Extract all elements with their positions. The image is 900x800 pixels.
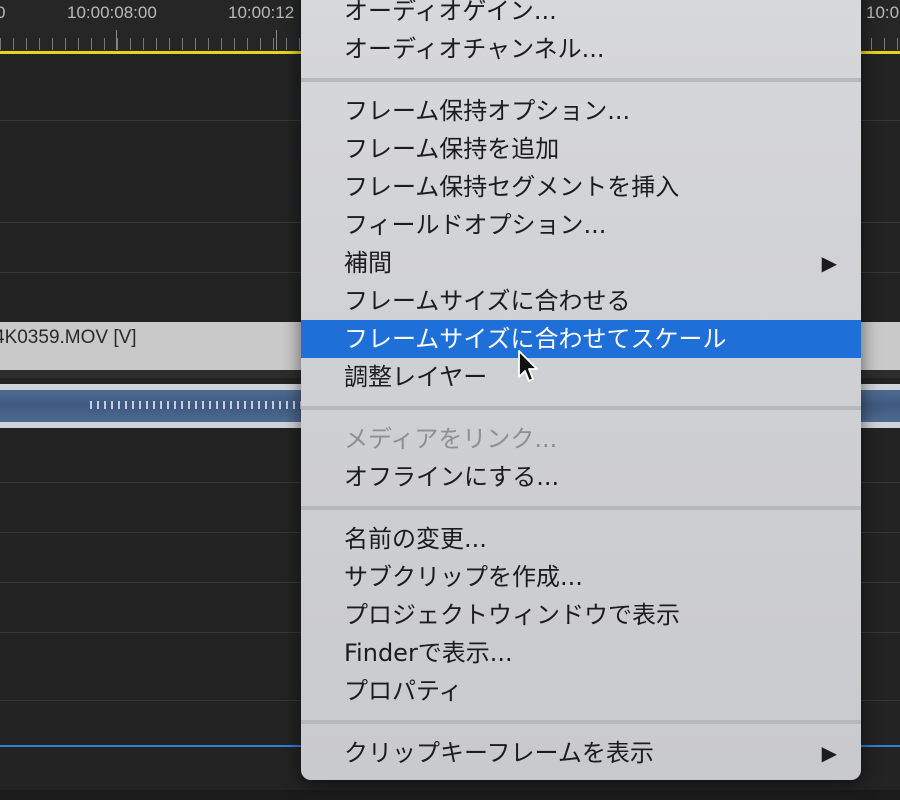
menu-item-label: オフラインにする... [344, 463, 560, 491]
menu-item-insert-frame-hold-segment[interactable]: フレーム保持セグメントを挿入 [301, 168, 861, 206]
menu-item-adjustment-layer[interactable]: 調整レイヤー [301, 358, 861, 396]
menu-item-label: フレーム保持オプション... [344, 97, 631, 125]
menu-item-properties[interactable]: プロパティ [301, 672, 861, 710]
menu-item-label: フレームサイズに合わせてスケール [344, 325, 727, 353]
submenu-arrow-icon: ▶ [821, 251, 837, 275]
menu-item-label: 補間 [344, 249, 392, 277]
menu-item-audio-gain[interactable]: オーディオゲイン... [301, 0, 861, 30]
timecode-label: 10:00:08:00 [67, 3, 157, 22]
menu-item-field-options[interactable]: フィールドオプション... [301, 206, 861, 244]
menu-item-label: フレームサイズに合わせる [344, 287, 631, 315]
menu-item-audio-channels[interactable]: オーディオチャンネル... [301, 30, 861, 68]
menu-item-label: フレーム保持セグメントを挿入 [344, 173, 680, 201]
mouse-pointer-icon [518, 350, 538, 382]
menu-item-label: プロパティ [344, 677, 463, 705]
menu-item-label: 調整レイヤー [344, 363, 488, 391]
timecode-label: 0 [0, 3, 6, 22]
menu-item-reveal-in-project[interactable]: プロジェクトウィンドウで表示 [301, 596, 861, 634]
menu-item-label: プロジェクトウィンドウで表示 [344, 601, 680, 629]
menu-item-label: オーディオチャンネル... [344, 35, 605, 63]
menu-item-show-clip-keyframes[interactable]: クリップキーフレームを表示 ▶ [301, 734, 861, 772]
menu-item-label: フィールドオプション... [344, 211, 607, 239]
menu-item-rename[interactable]: 名前の変更... [301, 520, 861, 558]
menu-item-reveal-in-finder[interactable]: Finderで表示... [301, 634, 861, 672]
menu-separator [301, 710, 861, 734]
menu-item-add-frame-hold[interactable]: フレーム保持を追加 [301, 130, 861, 168]
menu-item-label: フレーム保持を追加 [344, 135, 560, 163]
menu-item-frame-hold-options[interactable]: フレーム保持オプション... [301, 92, 861, 130]
menu-item-label: Finderで表示... [344, 639, 513, 667]
menu-item-label: オーディオゲイン... [344, 0, 557, 25]
audio-waveform [90, 401, 310, 409]
menu-separator [301, 496, 861, 520]
menu-item-label: 名前の変更... [344, 525, 487, 553]
menu-item-scale-to-frame-size[interactable]: フレームサイズに合わせてスケール [301, 320, 861, 358]
clip-context-menu: オーディオゲイン... オーディオチャンネル... フレーム保持オプション...… [301, 0, 861, 780]
menu-separator [301, 396, 861, 420]
menu-item-link-media: メディアをリンク... [301, 420, 861, 458]
timecode-label: 10:00:12 [228, 3, 295, 22]
menu-item-set-to-frame-size[interactable]: フレームサイズに合わせる [301, 282, 861, 320]
menu-item-make-offline[interactable]: オフラインにする... [301, 458, 861, 496]
menu-item-label: サブクリップを作成... [344, 563, 583, 591]
menu-item-make-subclip[interactable]: サブクリップを作成... [301, 558, 861, 596]
video-clip-name: 4K0359.MOV [V] [0, 327, 137, 348]
menu-item-label: クリップキーフレームを表示 [344, 739, 654, 767]
timecode-label: 10:0 [866, 3, 900, 22]
timeline-scrollbar[interactable] [0, 790, 900, 800]
menu-separator [301, 68, 861, 92]
menu-item-interpolation[interactable]: 補間 ▶ [301, 244, 861, 282]
menu-item-label: メディアをリンク... [344, 425, 558, 453]
submenu-arrow-icon: ▶ [821, 741, 837, 765]
